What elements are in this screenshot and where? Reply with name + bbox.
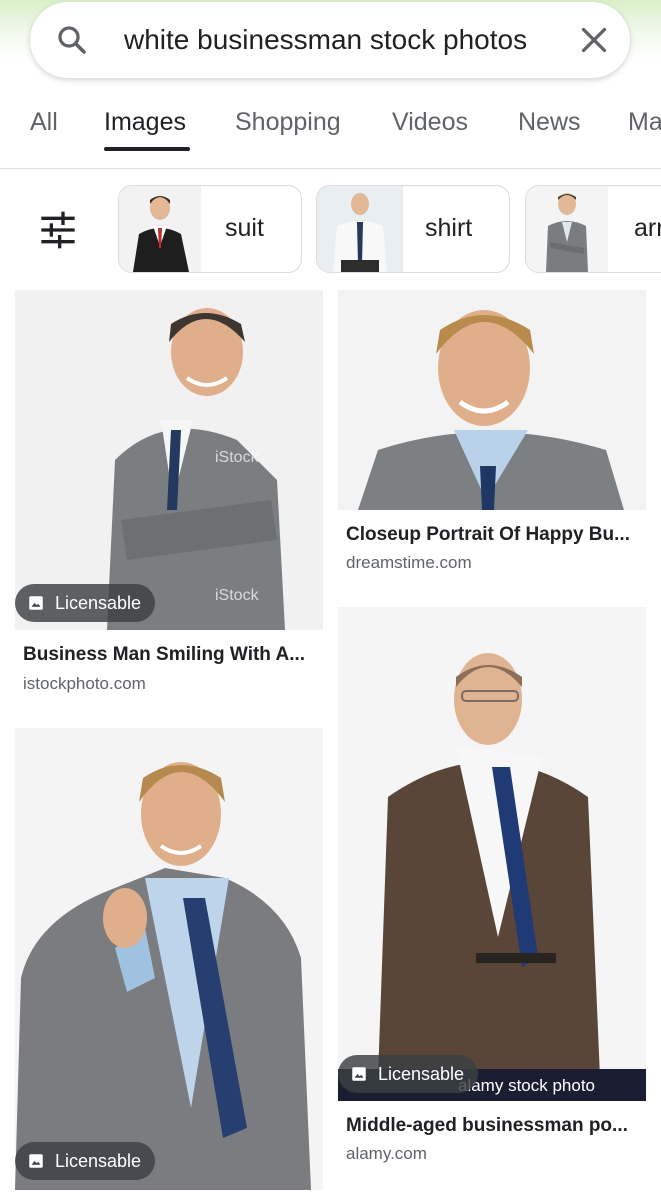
chip-label-suit: suit	[225, 214, 264, 242]
result-title[interactable]: Closeup Portrait Of Happy Bu...	[346, 524, 642, 546]
badge-label: Licensable	[55, 1150, 142, 1171]
search-icon[interactable]	[54, 22, 90, 58]
licensable-badge: Licensable	[15, 584, 156, 622]
man-arms-crossed-thumbnail-icon	[526, 186, 608, 272]
tab-videos[interactable]: Videos	[392, 108, 468, 137]
chip-label-shirt: shirt	[425, 214, 473, 242]
close-icon[interactable]	[576, 22, 612, 58]
chip-shirt[interactable]: shirt	[316, 185, 510, 273]
result-image-businessman-arms-crossed[interactable]: iStock iStock	[15, 290, 323, 630]
result-image-businessman-ok-gesture[interactable]	[15, 728, 323, 1190]
badge-label: Licensable	[55, 592, 142, 613]
result-image-happy-businessman-portrait[interactable]	[338, 290, 646, 510]
image-result-card[interactable]: alamy stock photo Licensable Middle-aged…	[338, 607, 646, 1167]
chip-suit[interactable]: suit	[118, 185, 302, 273]
man-in-shirt-thumbnail-icon	[317, 186, 403, 272]
tab-images[interactable]: Images	[104, 108, 186, 137]
search-tabs: All Images Shopping Videos News Ma	[0, 100, 661, 160]
chip-label-arms: arr	[634, 214, 661, 242]
man-in-suit-thumbnail-icon	[119, 186, 201, 272]
active-tab-indicator	[104, 147, 190, 151]
watermark-text: iStock	[215, 587, 260, 604]
search-box[interactable]: white businessman stock photos	[30, 2, 630, 78]
watermark-text: iStock	[215, 449, 260, 466]
chip-arms-crossed[interactable]: arr	[525, 185, 661, 273]
image-icon	[29, 1154, 43, 1168]
image-icon	[29, 596, 43, 610]
tab-maps[interactable]: Ma	[628, 108, 661, 137]
licensable-badge: Licensable	[338, 1055, 479, 1093]
image-result-card[interactable]: Licensable	[15, 728, 323, 1192]
tab-news[interactable]: News	[518, 108, 581, 137]
result-title[interactable]: Business Man Smiling With A...	[23, 644, 319, 666]
tune-icon[interactable]	[38, 210, 78, 250]
result-source[interactable]: dreamstime.com	[346, 553, 472, 573]
filter-chips-row: suit shirt arr	[0, 185, 661, 275]
search-input[interactable]: white businessman stock photos	[124, 24, 544, 56]
tab-all[interactable]: All	[30, 108, 58, 137]
result-source[interactable]: istockphoto.com	[23, 674, 146, 694]
top-bar: white businessman stock photos All Image…	[0, 0, 661, 170]
divider	[0, 168, 661, 169]
watermark-text: alamy stock photo	[458, 1076, 595, 1095]
tab-shopping[interactable]: Shopping	[235, 108, 341, 137]
result-image-middle-aged-businessman[interactable]: alamy stock photo	[338, 607, 646, 1101]
badge-label: Licensable	[378, 1063, 465, 1084]
result-title[interactable]: Middle-aged businessman po...	[346, 1115, 642, 1137]
licensable-badge: Licensable	[15, 1142, 156, 1180]
result-source[interactable]: alamy.com	[346, 1144, 427, 1164]
image-result-card[interactable]: iStock iStock Licensable Business Man Sm…	[15, 290, 323, 710]
image-result-card[interactable]: Closeup Portrait Of Happy Bu... dreamsti…	[338, 290, 646, 580]
image-icon	[352, 1067, 366, 1081]
